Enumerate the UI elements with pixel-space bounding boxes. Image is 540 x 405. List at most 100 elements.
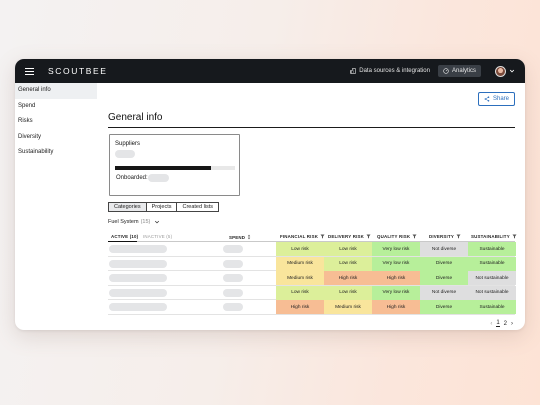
financial-risk-cell: Low risk (276, 285, 324, 300)
page-1-button[interactable]: 1 (496, 320, 500, 327)
delivery-risk-cell: High risk (324, 271, 372, 285)
onboarded-value-placeholder (148, 174, 169, 182)
column-header-label: QUALITY RISK (377, 234, 411, 239)
diversity-cell: Diverse (420, 271, 468, 285)
sidebar-item-general-info[interactable]: General info (15, 83, 97, 99)
sustainability-cell: Sustainable (468, 256, 516, 271)
filter-icon (320, 234, 325, 239)
delivery-risk-cell: Medium risk (324, 300, 372, 314)
filter-icon (366, 234, 371, 239)
onboarded-label: Onboarded: (116, 175, 148, 181)
page-title: General info (108, 112, 163, 123)
subtab-inactive[interactable]: INACTIVE (5) (143, 234, 172, 239)
prev-page-icon[interactable]: ‹ (490, 321, 492, 327)
gauge-icon (443, 68, 449, 74)
sidebar-item-spend[interactable]: Spend (15, 99, 97, 115)
quality-risk-cell: Very low risk (372, 256, 420, 271)
suppliers-table: ACTIVE (10) INACTIVE (5) SPEND FINANCIAL… (108, 231, 517, 315)
tab-categories[interactable]: Categories (108, 202, 147, 212)
title-divider (108, 127, 515, 128)
user-avatar[interactable] (495, 65, 506, 77)
sustainability-cell: Sustainable (468, 242, 516, 256)
spend-placeholder (223, 259, 243, 268)
column-header-diversity[interactable]: DIVERSITY (429, 234, 461, 239)
column-header-financial-risk[interactable]: FINANCIAL RISK (280, 234, 325, 239)
main-content: Share General info Suppliers Onboarded: … (108, 83, 517, 330)
diversity-cell: Diverse (420, 300, 468, 314)
financial-risk-cell: Medium risk (276, 271, 324, 285)
table-row[interactable]: Medium risk Low risk Very low risk Diverse S… (108, 256, 516, 271)
table-row[interactable]: Low risk Low risk Very low risk Not diverse… (108, 242, 516, 257)
column-header-label: DELIVERY RISK (328, 234, 365, 239)
filter-icon (412, 234, 417, 239)
suppliers-count-placeholder (115, 150, 135, 158)
sidebar-item-risks[interactable]: Risks (15, 114, 97, 130)
menu-icon[interactable] (25, 67, 34, 75)
column-header-delivery-risk[interactable]: DELIVERY RISK (328, 234, 371, 239)
table-body: Low risk Low risk Very low risk Not diverse… (108, 242, 516, 315)
filter-icon (512, 234, 517, 239)
sustainability-cell: Not sustainable (468, 285, 516, 300)
pagination: ‹ 1 2 › (490, 320, 513, 327)
delivery-risk-cell: Low risk (324, 242, 372, 256)
sustainability-cell: Sustainable (468, 300, 516, 314)
column-header-label: DIVERSITY (429, 234, 454, 239)
supplier-name-placeholder (109, 245, 167, 253)
onboarding-progress-fill (115, 166, 211, 170)
sort-icon (247, 234, 251, 240)
table-row[interactable]: Low risk Low risk Very low risk Not diverse… (108, 285, 516, 300)
table-row[interactable]: Medium risk High risk High risk Diverse Not … (108, 271, 516, 286)
top-navbar: SCOUTBEE Data sources & integration Anal… (15, 59, 525, 83)
nav-analytics-label: Analytics (451, 68, 476, 74)
suppliers-card-title: Suppliers (115, 141, 141, 147)
sidebar-item-diversity[interactable]: Diversity (15, 130, 97, 146)
delivery-risk-cell: Low risk (324, 256, 372, 271)
nav-data-sources-label: Data sources & integration (359, 68, 430, 74)
column-header-sustainability[interactable]: SUSTAINABILITY (471, 234, 517, 239)
tab-created-lists[interactable]: Created lists (176, 202, 220, 212)
category-filter-dropdown[interactable]: Fuel System (15) (108, 219, 160, 225)
spend-placeholder (223, 303, 243, 311)
building-icon (350, 68, 356, 74)
supplier-name-placeholder (109, 259, 167, 268)
sidebar: General info Spend Risks Diversity Susta… (15, 83, 97, 330)
next-page-icon[interactable]: › (511, 321, 513, 327)
column-header-spend[interactable]: SPEND (229, 234, 251, 240)
quality-risk-cell: High risk (372, 300, 420, 314)
page-2-button[interactable]: 2 (504, 321, 507, 327)
chevron-down-icon[interactable] (509, 68, 515, 74)
subtab-active[interactable]: ACTIVE (10) (111, 234, 138, 239)
share-button[interactable]: Share (478, 92, 515, 106)
chevron-down-icon (155, 220, 160, 224)
app-logo[interactable]: SCOUTBEE (48, 66, 108, 76)
table-header: ACTIVE (10) INACTIVE (5) SPEND FINANCIAL… (108, 231, 517, 242)
financial-risk-cell: Medium risk (276, 256, 324, 271)
nav-analytics[interactable]: Analytics (437, 65, 481, 77)
spend-placeholder (223, 245, 243, 253)
quality-risk-cell: Very low risk (372, 285, 420, 300)
financial-risk-cell: High risk (276, 300, 324, 314)
tab-projects[interactable]: Projects (145, 202, 178, 212)
view-tabs: Categories Projects Created lists (108, 202, 220, 212)
diversity-cell: Diverse (420, 256, 468, 271)
table-row[interactable]: High risk Medium risk High risk Diverse Sust… (108, 300, 516, 315)
financial-risk-cell: Low risk (276, 242, 324, 256)
column-header-label: SPEND (229, 234, 246, 240)
sidebar-item-sustainability[interactable]: Sustainability (15, 145, 97, 161)
quality-risk-cell: Very low risk (372, 242, 420, 256)
column-header-label: FINANCIAL RISK (280, 234, 319, 239)
app-window: SCOUTBEE Data sources & integration Anal… (15, 59, 525, 330)
supplier-name-placeholder (109, 303, 167, 311)
diversity-cell: Not diverse (420, 285, 468, 300)
column-header-label: SUSTAINABILITY (471, 234, 510, 239)
column-header-quality-risk[interactable]: QUALITY RISK (377, 234, 417, 239)
sustainability-cell: Not sustainable (468, 271, 516, 285)
share-icon (484, 96, 490, 102)
nav-data-sources[interactable]: Data sources & integration (350, 68, 430, 74)
delivery-risk-cell: Low risk (324, 285, 372, 300)
onboarding-progress-bar (115, 166, 235, 170)
suppliers-card: Suppliers Onboarded: (109, 134, 240, 196)
filter-label: Fuel System (108, 219, 139, 225)
diversity-cell: Not diverse (420, 242, 468, 256)
filter-icon (456, 234, 461, 239)
